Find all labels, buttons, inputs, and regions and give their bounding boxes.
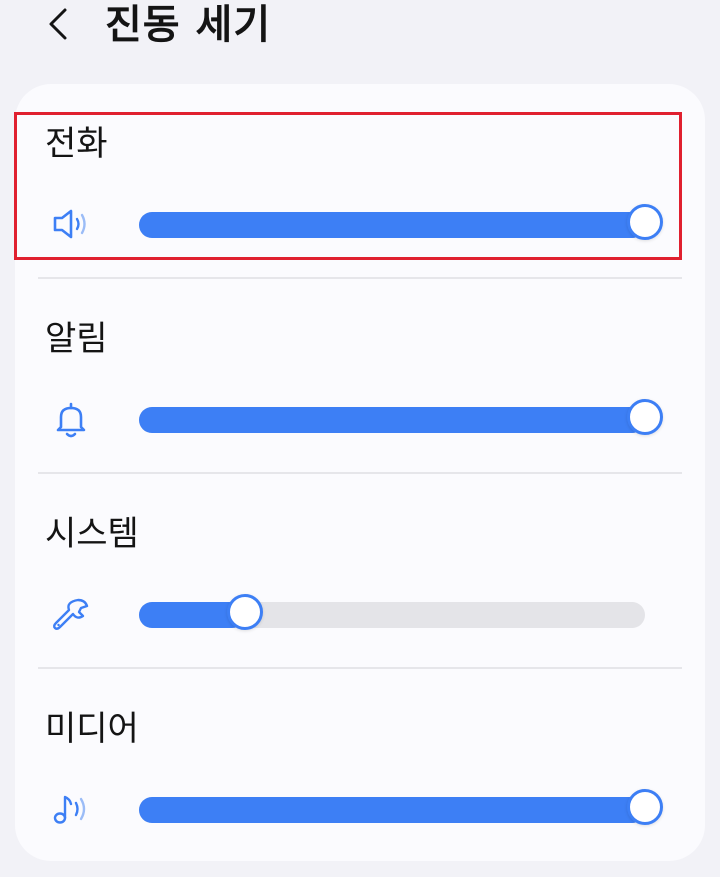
system-vibration-slider[interactable] (139, 594, 645, 630)
notification-label: 알림 (45, 319, 108, 359)
slider-fill (139, 212, 645, 238)
call-label: 전화 (45, 124, 108, 164)
slider-thumb[interactable] (627, 399, 663, 435)
page-title: 진동 세기 (105, 2, 272, 48)
call-vibration-slider[interactable] (139, 204, 663, 240)
speaker-icon (49, 202, 93, 246)
slider-section-call: 전화 (15, 84, 705, 278)
wrench-icon (49, 592, 93, 636)
media-vibration-slider[interactable] (139, 789, 663, 825)
slider-thumb[interactable] (627, 204, 663, 240)
system-label: 시스템 (45, 514, 139, 554)
slider-thumb[interactable] (227, 594, 263, 630)
settings-card: 전화 알림 시스템 미디어 (15, 84, 705, 861)
vibration-intensity-screen: 진동 세기 전화 알림 시스템 미디어 (0, 0, 720, 877)
slider-fill (139, 797, 645, 823)
chevron-left-icon (49, 8, 67, 40)
header: 진동 세기 (0, 0, 720, 60)
slider-section-notification: 알림 (15, 279, 705, 473)
slider-section-system: 시스템 (15, 474, 705, 668)
music-note-icon (49, 787, 93, 831)
slider-section-media: 미디어 (15, 669, 705, 863)
slider-fill (139, 407, 645, 433)
notification-vibration-slider[interactable] (139, 399, 663, 435)
media-label: 미디어 (45, 709, 139, 749)
slider-thumb[interactable] (627, 789, 663, 825)
back-button[interactable] (38, 0, 78, 48)
bell-icon (49, 397, 93, 441)
